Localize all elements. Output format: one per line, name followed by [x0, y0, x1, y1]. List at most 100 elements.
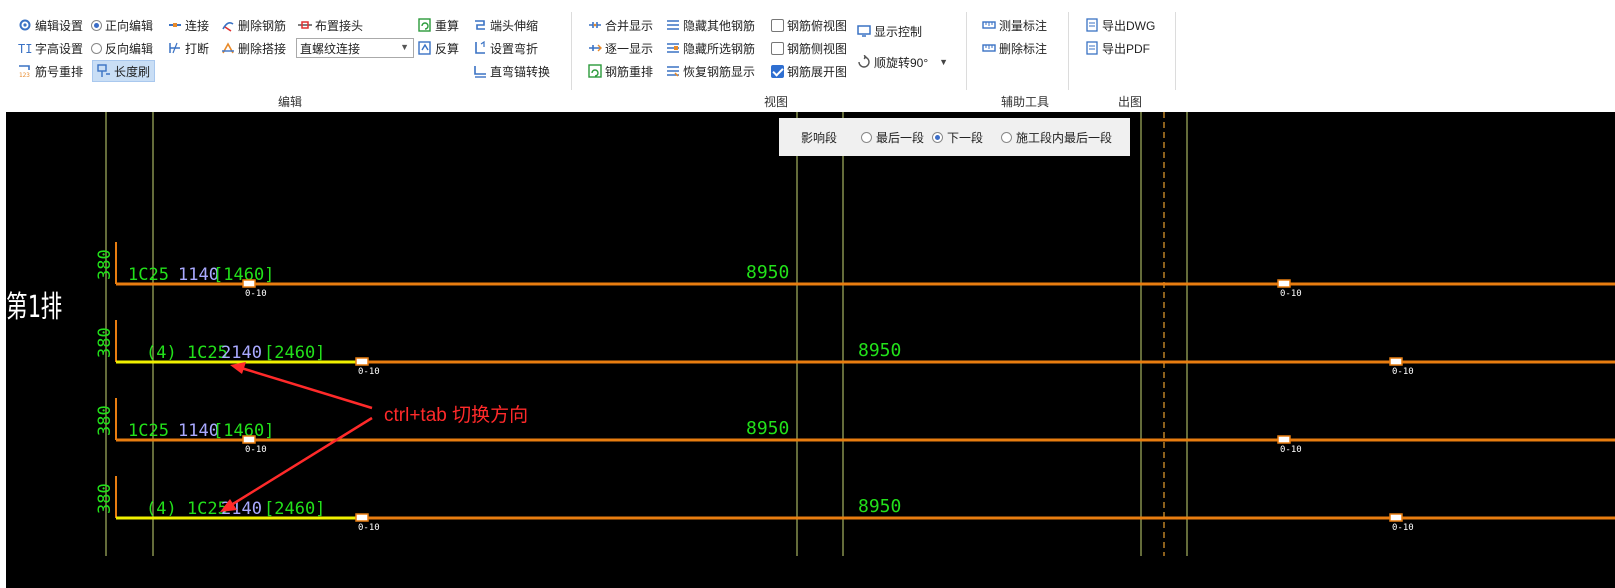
group-label-edit: 编辑 — [277, 95, 302, 109]
joint-marker — [242, 435, 256, 444]
renumber-icon: 123 — [18, 64, 32, 79]
group-label-output: 出图 — [1117, 95, 1142, 109]
chevron-down-icon: ▼ — [400, 42, 409, 52]
restore-display-icon — [666, 64, 680, 78]
radio-icon — [932, 131, 944, 143]
rebar-spec: 1C25 — [128, 421, 169, 441]
gear-icon — [18, 18, 32, 32]
hook-length: 380 — [95, 483, 115, 514]
top-view-checkbox[interactable]: 钢筋俯视图 — [771, 15, 847, 35]
rotate-button[interactable]: 顺旋转90° ▼ — [857, 52, 948, 72]
end-stretch-icon — [473, 18, 487, 32]
rebar-rearrange-button[interactable]: 钢筋重排 — [588, 61, 653, 81]
delete-lap-label: 删除搭接 — [238, 41, 287, 56]
set-bend-button[interactable]: 设置弯折 — [473, 38, 538, 58]
segment-option-last[interactable]: 最后一段 — [861, 129, 924, 146]
rebar-rearrange-label: 钢筋重排 — [605, 64, 654, 79]
joint-type-value: 直螺纹连接 — [300, 41, 361, 56]
measure-button[interactable]: 测量标注 — [982, 15, 1047, 35]
forward-edit-label: 正向编辑 — [105, 18, 154, 33]
straight-anchor-label: 直弯锚转换 — [490, 64, 551, 79]
delete-dim-button[interactable]: 删除标注 — [982, 38, 1047, 58]
delete-lap-button[interactable]: 删除搭接 — [221, 38, 286, 58]
side-view-checkbox[interactable]: 钢筋侧视图 — [771, 38, 847, 58]
export-pdf-button[interactable]: 导出PDF — [1085, 38, 1150, 58]
break-label: 打断 — [185, 41, 210, 56]
export-dwg-label: 导出DWG — [1102, 18, 1156, 33]
group-separator — [1068, 12, 1069, 90]
rebar-spec: (4) 1C25 — [146, 343, 228, 363]
group-separator — [1175, 12, 1176, 90]
joint-label: 0-10 — [1392, 367, 1414, 377]
rebar-drawing[interactable]: 第1排 380 1C25 1140[1460] 89500-10 0-10380 (4) … — [6, 112, 1615, 588]
edit-settings-label: 编辑设置 — [35, 18, 84, 33]
joint-label: 0-10 — [358, 367, 380, 377]
place-joint-button[interactable]: 布置接头 — [298, 15, 363, 35]
merge-display-button[interactable]: 合并显示 — [588, 15, 653, 35]
segment-label: 影响段 — [801, 130, 838, 145]
hook-length: 380 — [95, 249, 115, 280]
hide-others-button[interactable]: 隐藏其他钢筋 — [666, 15, 755, 35]
svg-text:123: 123 — [19, 72, 30, 78]
text-height-button[interactable]: TI 字高设置 — [18, 38, 83, 58]
hook-length: 380 — [95, 405, 115, 436]
group-label-aux: 辅助工具 — [1000, 95, 1049, 109]
hide-selected-button[interactable]: 隐藏所选钢筋 — [666, 38, 755, 58]
end-stretch-button[interactable]: 端头伸缩 — [473, 15, 538, 35]
joint-label: 0-10 — [1280, 289, 1302, 299]
reverse-edit-label: 反向编辑 — [105, 41, 154, 56]
segment-option-next[interactable]: 下一段 — [932, 129, 983, 146]
straight-anchor-icon — [473, 64, 487, 78]
joint-marker — [1277, 279, 1291, 288]
delete-rebar-label: 删除钢筋 — [238, 18, 287, 33]
export-pdf-icon — [1085, 41, 1099, 55]
recalc-icon — [418, 18, 432, 32]
forward-edit-radio[interactable]: 正向编辑 — [91, 15, 153, 35]
one-by-one-button[interactable]: 逐一显示 — [588, 38, 653, 58]
rebar-total-length: [2460] — [264, 499, 325, 519]
delete-rebar-button[interactable]: 删除钢筋 — [221, 15, 286, 35]
chevron-down-icon[interactable]: ▼ — [939, 57, 948, 67]
joint-type-select[interactable]: 直螺纹连接 ▼ — [296, 38, 414, 58]
merge-display-label: 合并显示 — [605, 18, 654, 33]
monitor-icon — [857, 24, 871, 38]
annotation-arrowhead — [230, 362, 246, 374]
main-length: 8950 — [858, 496, 901, 517]
length-brush-button[interactable]: 长度刷 — [92, 60, 156, 82]
straight-anchor-button[interactable]: 直弯锚转换 — [473, 61, 550, 81]
joint-label: 0-10 — [1280, 445, 1302, 455]
joint-label: 0-10 — [245, 289, 267, 299]
display-control-button[interactable]: 显示控制 — [857, 21, 922, 41]
connect-icon — [168, 18, 182, 32]
drawing-canvas[interactable]: 第1排 380 1C25 1140 [1460] 8950 0-10 0-10 380 (4) … — [6, 112, 1615, 588]
hide-selected-label: 隐藏所选钢筋 — [683, 41, 756, 56]
row-label: 第1排 — [6, 291, 62, 325]
hook-length: 380 — [95, 327, 115, 358]
rebar-length: 2140 — [221, 343, 262, 363]
segment-option-stage-last[interactable]: 施工段内最后一段 — [1001, 129, 1112, 146]
rebar-rearrange-icon — [588, 64, 602, 78]
export-dwg-button[interactable]: 导出DWG — [1085, 15, 1155, 35]
restore-display-button[interactable]: 恢复钢筋显示 — [666, 61, 755, 81]
radio-icon — [1001, 131, 1013, 143]
break-button[interactable]: 打断 — [168, 38, 209, 58]
one-by-one-label: 逐一显示 — [605, 41, 654, 56]
length-brush-label: 长度刷 — [114, 64, 151, 79]
recalc-label: 重算 — [435, 18, 460, 33]
joint-label: 0-10 — [1392, 523, 1414, 533]
unfold-view-checkbox[interactable]: 钢筋展开图 — [771, 61, 847, 81]
top-view-label: 钢筋俯视图 — [787, 18, 848, 33]
edit-settings-button[interactable]: 编辑设置 — [18, 15, 83, 35]
delete-rebar-icon — [221, 18, 235, 32]
reverse-edit-radio[interactable]: 反向编辑 — [91, 38, 153, 58]
hide-selected-icon — [666, 41, 680, 55]
renumber-button[interactable]: 123 筋号重排 — [18, 61, 83, 81]
delete-lap-icon — [221, 41, 235, 55]
connect-button[interactable]: 连接 — [168, 15, 209, 35]
joint-label: 0-10 — [245, 445, 267, 455]
radio-icon — [861, 131, 873, 143]
reverse-calc-button[interactable]: 反算 — [418, 38, 459, 58]
place-joint-label: 布置接头 — [315, 18, 364, 33]
group-separator — [966, 12, 967, 90]
recalc-button[interactable]: 重算 — [418, 15, 459, 35]
